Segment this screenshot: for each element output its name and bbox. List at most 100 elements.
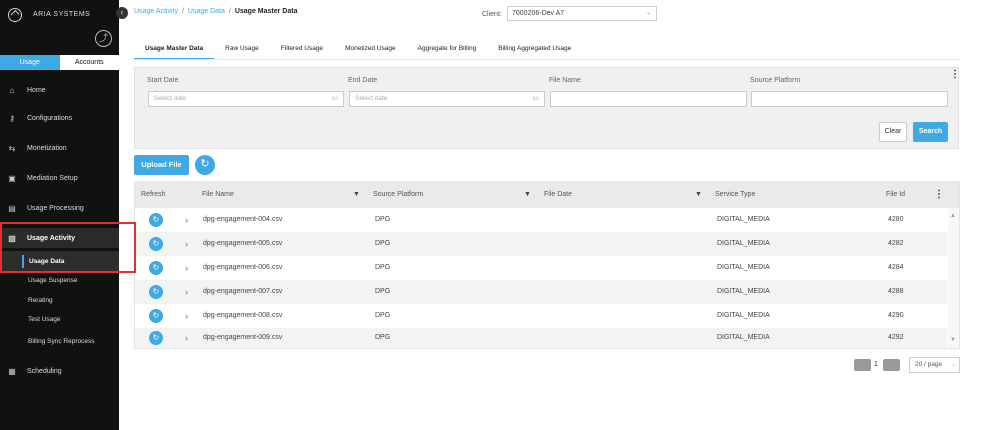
chevron-right-icon[interactable]: › (185, 232, 188, 256)
tab-aggregate-for-billing[interactable]: Aggregate for Billing (407, 40, 488, 60)
usage-master-table: Refresh File Name ▼ Source Platform ▼ Fi… (134, 181, 960, 349)
scroll-down-icon[interactable]: ▼ (950, 337, 956, 343)
cell-service-type: DIGITAL_MEDIA (717, 312, 770, 319)
cell-file-name: dpg-engagement-006.csv (203, 264, 283, 271)
tab-usage-master-data[interactable]: Usage Master Data (134, 40, 215, 60)
chevron-right-icon[interactable]: › (185, 304, 188, 328)
sidebar-item-mediation-setup[interactable]: ▣ Mediation Setup (0, 168, 119, 188)
sidebar-item-label: Monetization (27, 144, 67, 152)
usage-subtabs: Usage Master Data Raw Usage Filtered Usa… (134, 40, 582, 60)
tab-filtered-usage[interactable]: Filtered Usage (270, 40, 334, 60)
tab-accounts[interactable]: Accounts (59, 55, 119, 70)
col-file-id: File Id (886, 191, 906, 198)
col-file-date[interactable]: File Date ▼ (544, 182, 704, 208)
col-file-name[interactable]: File Name ▼ (202, 182, 362, 208)
sidebar-item-configurations[interactable]: ⚷ Configurations (0, 108, 119, 128)
cell-file-name: dpg-engagement-008.csv (203, 312, 283, 319)
brand: ARIA SYSTEMS (0, 0, 119, 30)
sidebar-subitem-billing-sync-reprocess[interactable]: Billing Sync Reprocess (0, 331, 119, 351)
cell-file-id: 4290 (888, 312, 904, 319)
table-row[interactable]: ↻ › dpg-engagement-005.csv DPG DIGITAL_M… (135, 232, 947, 256)
chevron-down-icon: ⌄ (645, 10, 651, 16)
document-icon: ▤ (8, 203, 16, 213)
table-scrollbar[interactable] (948, 208, 959, 348)
sidebar-item-usage-processing[interactable]: ▤ Usage Processing (0, 198, 119, 218)
col-file-date-label: File Date (544, 191, 573, 198)
sidebar-subitem-usage-suspense[interactable]: Usage Suspense (0, 270, 119, 290)
sidebar: ARIA SYSTEMS ⤴ Usage Accounts ⌂ Home ⚷ C… (0, 0, 119, 430)
prev-page-button[interactable] (854, 359, 871, 371)
tab-billing-aggregated-usage[interactable]: Billing Aggregated Usage (487, 40, 582, 60)
col-source-platform[interactable]: Source Platform ▼ (373, 182, 533, 208)
source-platform-label: Source Platform (750, 77, 801, 84)
cell-file-id: 4292 (888, 334, 904, 341)
sidebar-item-label: Configurations (27, 114, 73, 122)
sidebar-item-home[interactable]: ⌂ Home (0, 80, 119, 100)
sidebar-item-scheduling[interactable]: ▦ Scheduling (0, 361, 119, 381)
table-header: Refresh File Name ▼ Source Platform ▼ Fi… (135, 182, 959, 208)
sidebar-item-label: Mediation Setup (27, 174, 78, 182)
chevron-right-icon[interactable]: › (185, 280, 188, 304)
activity-icon: ▧ (8, 233, 16, 243)
page-size-value: 20 / page (915, 361, 943, 368)
col-source-platform-label: Source Platform (373, 191, 424, 198)
cell-file-id: 4280 (888, 216, 904, 223)
sort-down-icon[interactable]: ▼ (353, 182, 360, 208)
scroll-up-icon[interactable]: ▲ (950, 213, 956, 219)
table-row[interactable]: ↻ › dpg-engagement-006.csv DPG DIGITAL_M… (135, 256, 947, 280)
chevron-right-icon[interactable]: › (185, 256, 188, 280)
col-service-type: Service Type (715, 191, 756, 198)
row-refresh-icon[interactable]: ↻ (149, 331, 163, 345)
client-select[interactable]: 7000206-Dev A7 ⌄ (507, 6, 657, 21)
sidebar-subitem-test-usage[interactable]: Test Usage (0, 309, 119, 329)
start-date-input[interactable]: Select date ▭ (148, 91, 344, 107)
sidebar-subitem-rerating[interactable]: Rerating (0, 290, 119, 310)
sort-down-icon[interactable]: ▼ (695, 182, 702, 208)
refresh-icon[interactable]: ↻ (195, 155, 215, 175)
breadcrumb-usage-data[interactable]: Usage Data (188, 8, 225, 15)
sidebar-item-monetization[interactable]: ⇆ Monetization (0, 138, 119, 158)
breadcrumb-current: Usage Master Data (234, 8, 298, 15)
clear-button[interactable]: Clear (879, 122, 907, 142)
row-refresh-icon[interactable]: ↻ (149, 213, 163, 227)
search-button[interactable]: Search (913, 122, 948, 142)
tab-raw-usage[interactable]: Raw Usage (214, 40, 270, 60)
file-name-input[interactable] (550, 91, 747, 107)
page-size-select[interactable]: 20 / page ⌄ (909, 357, 960, 373)
breadcrumb-usage-activity[interactable]: Usage Activity (134, 8, 178, 15)
table-row[interactable]: ↻ › dpg-engagement-004.csv DPG DIGITAL_M… (135, 208, 947, 232)
cell-source-platform: DPG (375, 312, 391, 319)
row-refresh-icon[interactable]: ↻ (149, 237, 163, 251)
sidebar-subitem-usage-data[interactable]: Usage Data (0, 251, 119, 271)
cell-file-name: dpg-engagement-005.csv (203, 240, 283, 247)
table-row[interactable]: ↻ › dpg-engagement-008.csv DPG DIGITAL_M… (135, 304, 947, 328)
collapse-sidebar-button[interactable]: ‹ (116, 7, 128, 19)
chevron-right-icon[interactable]: › (185, 328, 188, 348)
upload-file-button[interactable]: Upload File (134, 155, 189, 175)
cell-service-type: DIGITAL_MEDIA (717, 264, 770, 271)
share-icon[interactable]: ⤴ (95, 30, 112, 47)
brand-name: ARIA SYSTEMS (33, 11, 91, 18)
table-row[interactable]: ↻ › dpg-engagement-009.csv DPG DIGITAL_M… (135, 328, 947, 348)
end-date-input[interactable]: Select date ▭ (349, 91, 545, 107)
client-value: 7000206-Dev A7 (512, 10, 565, 17)
tab-monetized-usage[interactable]: Monetized Usage (334, 40, 407, 60)
sidebar-item-label: Usage Processing (27, 204, 84, 212)
source-platform-input[interactable] (751, 91, 948, 107)
sidebar-subitem-label: Usage Data (29, 257, 65, 265)
sidebar-item-usage-activity[interactable]: ▧ Usage Activity (0, 228, 119, 248)
row-refresh-icon[interactable]: ↻ (149, 261, 163, 275)
column-settings-icon[interactable]: ⋮ (934, 182, 944, 208)
filter-more-icon[interactable]: ⋮ (950, 70, 960, 80)
tab-usage[interactable]: Usage (0, 55, 60, 70)
next-page-button[interactable] (883, 359, 900, 371)
table-row[interactable]: ↻ › dpg-engagement-007.csv DPG DIGITAL_M… (135, 280, 947, 304)
chevron-right-icon[interactable]: › (185, 208, 188, 232)
row-refresh-icon[interactable]: ↻ (149, 285, 163, 299)
home-icon: ⌂ (9, 85, 15, 95)
sort-down-icon[interactable]: ▼ (524, 182, 531, 208)
current-page[interactable]: 1 (874, 359, 878, 371)
calendar-icon: ▭ (331, 95, 338, 102)
row-refresh-icon[interactable]: ↻ (149, 309, 163, 323)
cell-file-name: dpg-engagement-007.csv (203, 288, 283, 295)
